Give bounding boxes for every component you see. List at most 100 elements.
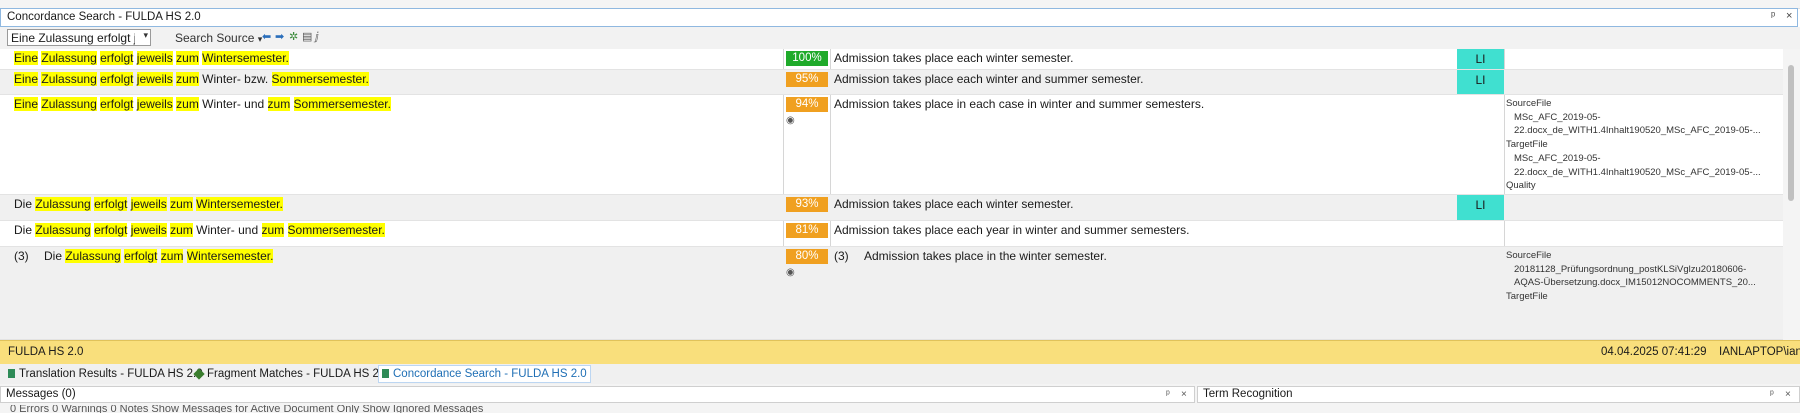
match-score-badge: 80% (786, 249, 828, 264)
close-icon[interactable]: × (1785, 387, 1791, 402)
tab-label: Concordance Search - FULDA HS 2.0 (393, 368, 587, 380)
match-score-badge: 100% (786, 51, 828, 66)
close-icon[interactable]: × (1786, 10, 1792, 22)
result-row[interactable]: Eine Zulassung erfolgt jeweils zum Winte… (0, 70, 1783, 95)
metadata-key: TargetFile (1506, 139, 1548, 151)
result-row[interactable]: Eine Zulassung erfolgt jeweils zum Winte… (0, 95, 1783, 205)
source-text: Die (44, 249, 66, 263)
tab-translation-results[interactable]: Translation Results - FULDA HS 2.0 (8, 366, 203, 382)
source-text: Die (14, 197, 36, 211)
result-row[interactable]: Die Zulassung erfolgt jeweils zum Winter… (0, 195, 1783, 221)
metadata-value: MSc_AFC_2019-05- (1514, 152, 1601, 164)
matched-term: erfolgt (94, 223, 128, 237)
match-score-badge: 81% (786, 223, 828, 238)
source-segment: Die Zulassung erfolgt jeweils zum Winter… (14, 197, 283, 211)
search-input[interactable] (8, 30, 135, 45)
matched-term: Sommersemester. (271, 72, 369, 86)
matched-term: zum (267, 97, 291, 111)
matched-term: Zulassung (41, 72, 97, 86)
status-user: IANLAPTOP\ianmc (1719, 346, 1800, 358)
tab-label: Translation Results - FULDA HS 2.0 (19, 368, 203, 380)
matched-term: erfolgt (100, 72, 134, 86)
matched-term: zum (160, 249, 184, 263)
target-text: Admission takes place each winter semest… (834, 51, 1074, 65)
matched-term: Wintersemester. (186, 249, 274, 263)
matched-term: Wintersemester. (196, 197, 283, 211)
result-row[interactable]: Die Zulassung erfolgt jeweils zum Winter… (0, 221, 1783, 247)
back-arrow-icon[interactable]: ⬅ (262, 30, 271, 43)
matched-term: Sommersemester. (287, 223, 385, 237)
close-icon[interactable]: × (1181, 387, 1187, 402)
source-text: Winter- und (198, 97, 268, 111)
matched-term: Zulassung (35, 197, 91, 211)
metadata-key: Quality (1506, 180, 1536, 192)
matched-term: Eine (14, 97, 39, 111)
matched-term: erfolgt (100, 51, 134, 65)
target-text: Admission takes place in the winter seme… (864, 249, 1107, 263)
source-segment: Eine Zulassung erfolgt jeweils zum Winte… (14, 97, 391, 111)
target-segment: Admission takes place each year in winte… (834, 223, 1189, 237)
view-details-icon[interactable]: ◉ (786, 115, 795, 126)
list-icon[interactable]: ▤ (302, 30, 312, 43)
target-text: Admission takes place each winter semest… (834, 197, 1074, 211)
matched-term: zum (261, 223, 285, 237)
concordance-toolbar: ▾ Search Source ▾ ⬅ ➡ ✲ ▤ ⅉ (0, 27, 1800, 50)
settings-icon[interactable]: ✲ (289, 30, 298, 43)
metadata-key: SourceFile (1506, 98, 1552, 109)
matched-term: Zulassung (35, 223, 91, 237)
source-text: Winter- und (192, 223, 262, 237)
pin-icon[interactable]: ᵖ (1770, 387, 1774, 402)
tm-metadata: SourceFile 20181128_Prüfungsordnung_postK… (1506, 249, 1756, 304)
target-segment: Admission takes place each winter semest… (834, 197, 1073, 211)
messages-title: Messages (0) (6, 388, 76, 400)
matched-term: Eine (14, 72, 39, 86)
matched-term: Zulassung (41, 51, 97, 65)
fragment-matches-icon (193, 368, 205, 380)
status-cell: LI (1457, 70, 1504, 94)
target-text: Admission takes place in each case in wi… (834, 97, 1205, 111)
target-segment: Admission takes place each winter and su… (834, 72, 1143, 86)
scrollbar-thumb[interactable] (1788, 65, 1794, 201)
hint-icon[interactable]: ⅉ (315, 30, 319, 43)
term-recognition-pane-title: Term Recognition ᵖ × (1197, 386, 1800, 403)
term-recognition-title: Term Recognition (1203, 388, 1293, 400)
target-text: Admission takes place each year in winte… (834, 223, 1190, 237)
matched-term: erfolgt (124, 249, 158, 263)
source-segment: Eine Zulassung erfolgt jeweils zum Winte… (14, 51, 289, 65)
tab-fragment-matches[interactable]: Fragment Matches - FULDA HS 2.0 (193, 366, 389, 382)
messages-pane-title: Messages (0) ᵖ × (0, 386, 1195, 403)
target-segment: Admission takes place each winter semest… (834, 51, 1073, 65)
chevron-down-icon[interactable]: ▾ (143, 30, 148, 41)
metadata-value: AQAS-Übersetzung.docx_IM15012NOCOMMENTS_… (1514, 277, 1756, 289)
result-row[interactable]: (3) Die Zulassung erfolgt zum Wintersemes… (0, 247, 1783, 340)
view-details-icon[interactable]: ◉ (786, 267, 795, 278)
segment-number: (3) (14, 249, 29, 263)
pin-icon[interactable]: ᵖ (1771, 10, 1775, 22)
match-score-badge: 94% (786, 97, 828, 112)
search-combobox[interactable]: ▾ (7, 29, 151, 46)
source-segment: (3) Die Zulassung erfolgt zum Wintersemes… (14, 249, 274, 263)
result-row[interactable]: Eine Zulassung erfolgt jeweils zum Winte… (0, 49, 1783, 70)
source-text: Winter- bzw. (198, 72, 272, 86)
matched-term: Eine (14, 51, 39, 65)
forward-arrow-icon[interactable]: ➡ (275, 30, 284, 43)
vertical-scrollbar[interactable] (1783, 49, 1800, 340)
status-cell: LI (1457, 195, 1504, 220)
matched-term: jeweils (130, 197, 167, 211)
matched-term: jeweils (136, 72, 173, 86)
matched-term: zum (176, 97, 199, 111)
bottom-panes: Messages (0) ᵖ × Term Recognition ᵖ × 0 … (0, 384, 1800, 413)
matched-term: erfolgt (100, 97, 134, 111)
target-segment: (3) Admission takes place in the winter s… (834, 249, 1107, 263)
matched-term: zum (176, 51, 199, 65)
translation-results-icon (8, 369, 15, 379)
metadata-key: TargetFile (1506, 291, 1548, 303)
concordance-panel-titlebar: Concordance Search - FULDA HS 2.0 ᵖ × (0, 8, 1798, 27)
metadata-value: 22.docx_de_WITH1.4Inhalt190520_MSc_AFC_2… (1514, 125, 1761, 137)
search-source-button[interactable]: Search Source ▾ (175, 31, 262, 45)
pin-icon[interactable]: ᵖ (1166, 387, 1170, 402)
matched-term: Zulassung (41, 97, 97, 111)
match-score-badge: 95% (786, 72, 828, 87)
tab-concordance-search[interactable]: Concordance Search - FULDA HS 2.0 (378, 365, 591, 383)
source-text (284, 223, 287, 237)
